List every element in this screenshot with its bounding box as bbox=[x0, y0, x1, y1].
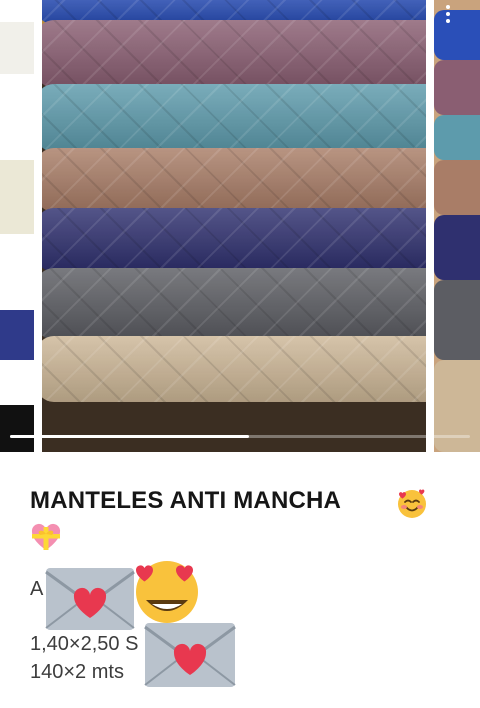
product-image-carousel[interactable] bbox=[0, 0, 480, 452]
size-line-1: 1,40×2,50 S bbox=[30, 633, 139, 655]
tablecloth-fold bbox=[42, 208, 426, 272]
tablecloth-fold bbox=[42, 148, 426, 212]
next-image-fold bbox=[434, 115, 480, 160]
previous-image-table bbox=[0, 22, 34, 74]
product-image[interactable] bbox=[42, 0, 426, 452]
more-vert-icon bbox=[446, 5, 450, 9]
next-image-fold bbox=[434, 360, 480, 452]
heart-ribbon-icon bbox=[31, 523, 61, 550]
smiling-face-with-hearts-icon bbox=[398, 489, 426, 518]
previous-image-table bbox=[0, 160, 34, 234]
next-image-fold bbox=[434, 160, 480, 215]
product-title: MANTELES ANTI MANCHA bbox=[30, 487, 342, 514]
tablecloth-fold bbox=[42, 20, 426, 88]
carousel-progress-fill bbox=[10, 435, 250, 438]
previous-image-table bbox=[0, 310, 34, 360]
size-line-2: 140×2 mts bbox=[30, 661, 124, 683]
next-image-peek[interactable] bbox=[434, 0, 480, 452]
carousel-progress-track bbox=[10, 435, 470, 438]
next-image-fold bbox=[434, 215, 480, 280]
previous-image-floor bbox=[0, 405, 34, 452]
next-image-fold bbox=[434, 280, 480, 360]
heart-eyes-icon bbox=[136, 561, 198, 623]
love-letter-icon bbox=[144, 623, 236, 687]
previous-image-peek[interactable] bbox=[0, 0, 34, 452]
tablecloth-fold bbox=[42, 268, 426, 340]
tablecloth-fold bbox=[42, 336, 426, 402]
love-letter-icon bbox=[45, 568, 135, 630]
more-options-button[interactable] bbox=[438, 0, 458, 28]
tablecloth-fold bbox=[42, 84, 426, 152]
next-image-fold bbox=[434, 60, 480, 115]
description-line: A bbox=[30, 578, 44, 600]
